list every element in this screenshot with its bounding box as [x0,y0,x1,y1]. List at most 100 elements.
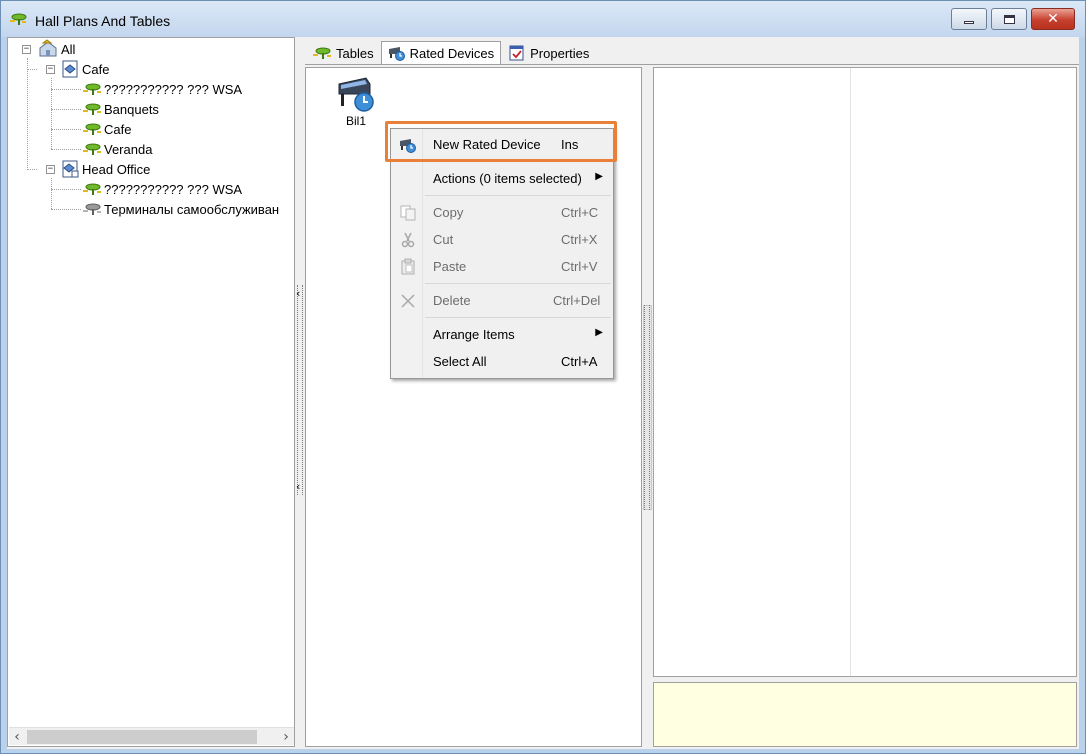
splitter-grip-dots [644,305,650,510]
collapse-left-icon[interactable]: ‹ [296,480,300,493]
section-icon [62,60,78,78]
menu-item-actions[interactable]: Actions (0 items selected) ▶ [393,167,611,191]
tree-node-label: Banquets [104,101,159,117]
tree-node-cafe[interactable]: Cafe [82,119,133,139]
menu-separator [425,283,611,284]
menu-item-label: Actions (0 items selected) [433,171,582,186]
tree-splitter[interactable]: ‹ ‹ [295,37,305,747]
properties-grid[interactable] [653,67,1077,677]
section-icon [62,160,79,178]
scroll-left-icon[interactable]: ‹ [9,729,25,745]
tree-node-terminals[interactable]: Терминалы самообслуживан [82,199,281,219]
paste-icon [401,258,415,275]
menu-item-paste[interactable]: Paste Ctrl+V [393,255,611,279]
tab-rated-devices[interactable]: Rated Devices [380,41,502,65]
submenu-arrow-icon: ▶ [595,171,603,182]
delete-icon [401,294,415,308]
table-gray-icon [83,203,101,215]
menu-item-select-all[interactable]: Select All Ctrl+A [393,350,611,374]
menu-item-shortcut: Ctrl+C [561,205,599,220]
rated-device-icon [388,47,405,61]
tab-strip-border [305,64,1079,65]
table-icon [83,83,101,95]
scroll-right-icon[interactable]: › [278,729,294,745]
collapse-toggle[interactable]: − [46,65,55,74]
menu-item-cut[interactable]: Cut Ctrl+X [393,228,611,252]
menu-item-shortcut: Ctrl+Del [553,293,601,308]
menu-item-label: Delete [433,293,471,308]
center-splitter[interactable] [642,67,653,747]
maximize-icon [1003,14,1015,24]
tree-node-label: ??????????? ??? WSA [104,81,243,97]
menu-item-label: Arrange Items [433,327,515,342]
splitter-grip[interactable] [297,285,303,495]
tree-horizontal-scrollbar[interactable]: ‹ › [9,727,294,745]
tree-connector [51,149,81,150]
tree-connector [51,209,81,210]
tab-strip: Tables Rated Devices Properties [305,41,596,65]
maximize-button[interactable] [991,8,1027,30]
collapse-toggle[interactable]: − [46,165,55,174]
tree-node-cafe-group[interactable]: Cafe [60,59,111,79]
tree-node-all[interactable]: All [37,39,77,59]
tree-node-label: Терминалы самообслуживан [104,201,280,217]
description-panel [653,682,1077,747]
tree-node-label: Head Office [82,161,151,177]
menu-item-arrange-items[interactable]: Arrange Items ▶ [393,323,611,347]
title-bar[interactable]: Hall Plans And Tables ✕ [1,1,1085,37]
window-title: Hall Plans And Tables [35,13,171,29]
close-button[interactable]: ✕ [1031,8,1075,30]
tree-node-label: ??????????? ??? WSA [104,181,243,197]
buildings-icon [39,39,57,57]
grid-column-divider [850,68,851,676]
menu-item-copy[interactable]: Copy Ctrl+C [393,201,611,225]
rated-device-icon [338,77,374,112]
table-icon [83,123,101,135]
tab-tables[interactable]: Tables [305,41,381,65]
scroll-thumb[interactable] [27,730,257,744]
highlight-box [385,121,617,162]
tab-properties[interactable]: Properties [501,41,596,65]
collapse-toggle[interactable]: − [22,45,31,54]
tab-label: Tables [336,45,374,61]
device-label: Bil1 [345,114,366,128]
menu-item-shortcut: Ctrl+A [561,354,598,369]
rated-device-item[interactable]: Bil1 [334,74,378,128]
menu-item-label: Cut [433,232,454,247]
tree-node-label: Cafe [104,121,132,137]
tree-connector [27,69,37,70]
table-icon [83,143,101,155]
menu-separator [425,317,611,318]
table-icon [313,47,331,59]
cut-icon [401,232,415,248]
tree-node-banquets[interactable]: Banquets [82,99,161,119]
minimize-button[interactable] [951,8,987,30]
hall-tree[interactable]: − All − Cafe ??????????? ??? WSA Banquet… [7,37,295,747]
properties-icon [509,45,524,61]
submenu-arrow-icon: ▶ [595,327,603,338]
tree-connector [27,58,28,170]
menu-item-delete[interactable]: Delete Ctrl+Del [393,289,611,313]
menu-item-shortcut: Ctrl+X [561,232,598,247]
collapse-left-icon[interactable]: ‹ [296,287,300,300]
tree-node-hall[interactable]: ??????????? ??? WSA [82,79,244,99]
tree-node-label: Veranda [102,141,155,157]
tree-connector [51,189,81,190]
tree-node-head-office[interactable]: Head Office [60,159,152,179]
tree-connector [51,109,81,110]
menu-item-label: Select All [433,354,487,369]
table-icon [83,103,101,115]
tree-node-label: All [61,41,76,57]
tree-node-veranda[interactable]: Veranda [82,139,155,159]
tree-connector [27,169,37,170]
tree-node-hall[interactable]: ??????????? ??? WSA [82,179,244,199]
tab-label: Rated Devices [409,45,495,61]
tree-connector [51,89,81,90]
menu-item-label: Copy [433,205,464,220]
table-icon [83,183,101,195]
menu-item-label: Paste [433,259,467,274]
minimize-icon [964,20,974,24]
tree-node-label: Cafe [82,61,110,77]
tab-label: Properties [530,45,590,61]
tree-connector [51,178,52,209]
